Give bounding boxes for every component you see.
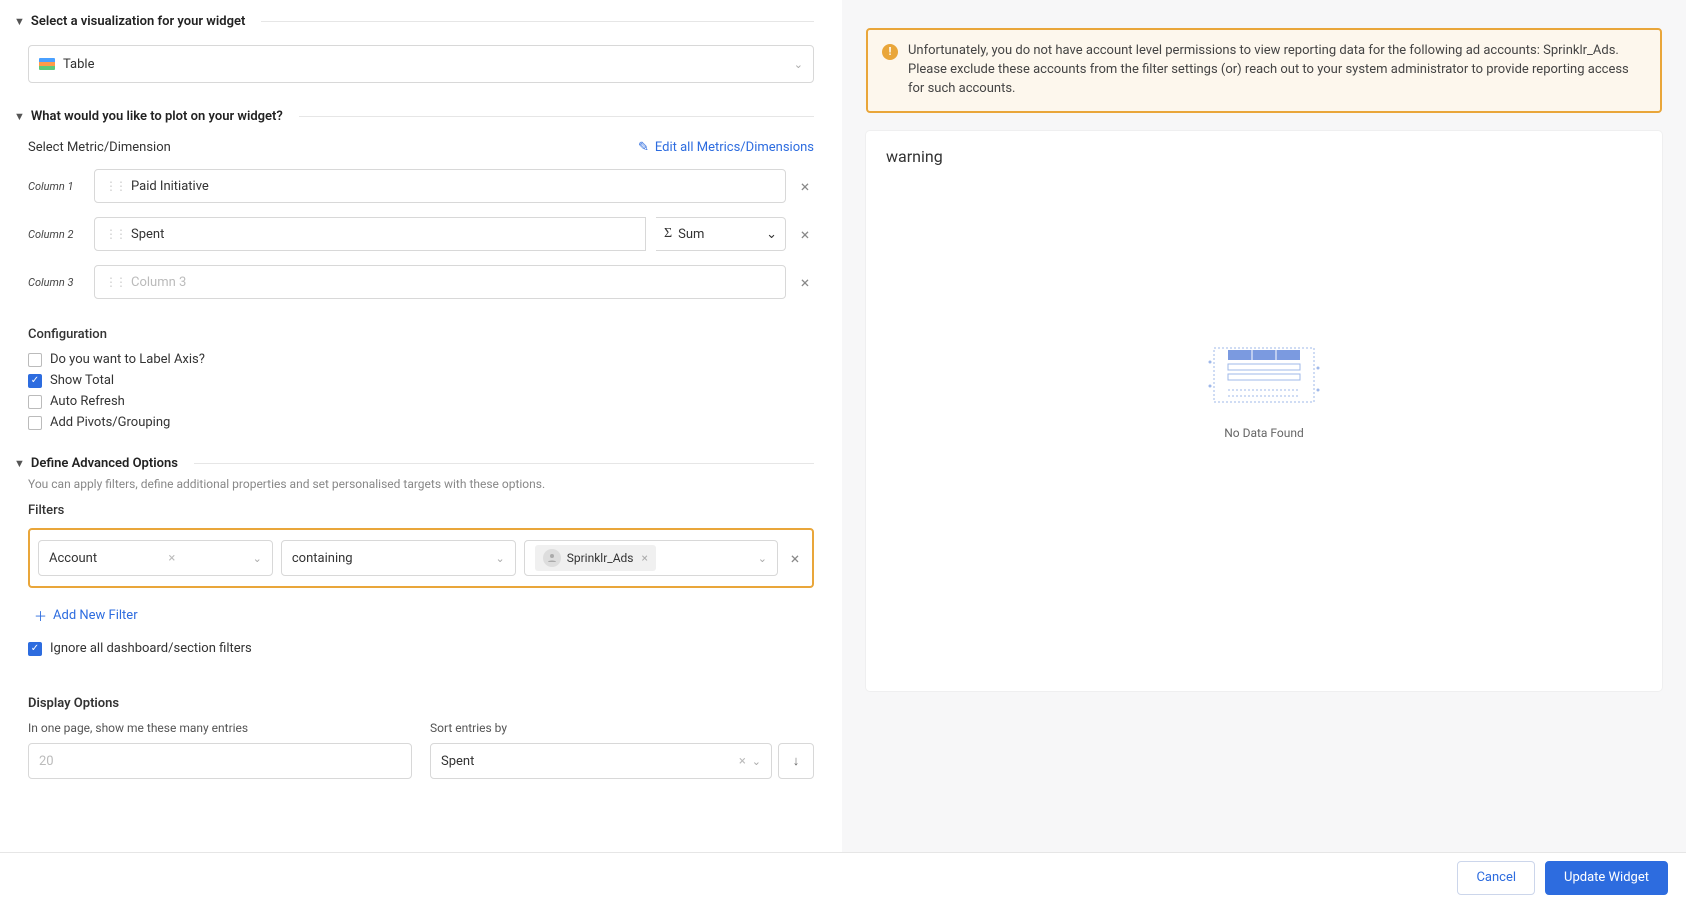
config-label-axis[interactable]: Do you want to Label Axis? [28, 352, 814, 367]
section-visualization-header[interactable]: ▼ Select a visualization for your widget [14, 10, 814, 33]
sort-label: Sort entries by [430, 721, 814, 735]
metric-dimension-label: Select Metric/Dimension [28, 140, 171, 155]
checkbox-checked-icon[interactable]: ✓ [28, 374, 42, 388]
column-2-select[interactable]: ⋮⋮ Spent [94, 217, 646, 251]
remove-filter-row[interactable]: × [786, 549, 804, 568]
caret-down-icon: ▼ [14, 457, 25, 470]
drag-handle-icon[interactable]: ⋮⋮ [105, 179, 125, 193]
column-row-3: Column 3 ⋮⋮ × [28, 265, 814, 299]
visualization-value: Table [63, 57, 94, 72]
caret-down-icon: ▼ [14, 15, 25, 28]
cancel-button[interactable]: Cancel [1457, 861, 1535, 895]
config-show-total[interactable]: ✓ Show Total [28, 373, 814, 388]
update-widget-button[interactable]: Update Widget [1545, 861, 1668, 895]
avatar-icon [543, 549, 561, 567]
checkbox-icon[interactable] [28, 416, 42, 430]
chevron-down-icon: ⌄ [253, 552, 262, 565]
pencil-icon: ✎ [638, 140, 649, 155]
section-advanced-header[interactable]: ▼ Define Advanced Options [14, 452, 814, 475]
column-3-input[interactable] [131, 275, 775, 290]
checkbox-icon[interactable] [28, 395, 42, 409]
edit-metrics-link[interactable]: ✎ Edit all Metrics/Dimensions [638, 140, 814, 155]
advanced-subtitle: You can apply filters, define additional… [28, 477, 814, 491]
filter-field-select[interactable]: Account × ⌄ [38, 540, 273, 576]
visualization-select[interactable]: Table ⌄ [28, 45, 814, 83]
chevron-down-icon: ⌄ [496, 552, 505, 565]
warning-icon: ! [882, 44, 898, 60]
column-label: Column 3 [28, 276, 84, 289]
sigma-icon: Σ [664, 226, 672, 242]
config-auto-refresh[interactable]: Auto Refresh [28, 394, 814, 409]
checkbox-icon[interactable] [28, 353, 42, 367]
section-advanced-title: Define Advanced Options [31, 456, 178, 471]
display-options-title: Display Options [28, 696, 814, 711]
table-icon [39, 58, 55, 70]
filter-row-highlighted: Account × ⌄ containing ⌄ Sprinklr_Ads × [28, 528, 814, 588]
entries-input-wrap [28, 743, 412, 779]
configuration-title: Configuration [28, 327, 814, 342]
column-1-select[interactable]: ⋮⋮ Paid Initiative [94, 169, 786, 203]
clear-icon[interactable]: × [168, 551, 175, 566]
clear-icon[interactable]: × [739, 754, 746, 769]
remove-column-1[interactable]: × [796, 177, 814, 196]
chevron-down-icon: ⌄ [766, 227, 777, 242]
remove-column-2[interactable]: × [796, 225, 814, 244]
footer: Cancel Update Widget [0, 852, 1686, 902]
section-plot-title: What would you like to plot on your widg… [31, 109, 283, 124]
caret-down-icon: ▼ [14, 110, 25, 123]
filter-chip: Sprinklr_Ads × [535, 545, 656, 571]
arrow-down-icon: ↓ [793, 753, 800, 769]
config-panel: ▼ Select a visualization for your widget… [0, 0, 842, 862]
warning-banner: ! Unfortunately, you do not have account… [866, 28, 1662, 113]
plus-icon: ＋ [34, 606, 47, 625]
preview-panel: ! Unfortunately, you do not have account… [842, 0, 1686, 862]
chevron-down-icon: ⌄ [794, 58, 803, 71]
warning-text: Unfortunately, you do not have account l… [908, 42, 1646, 99]
drag-handle-icon[interactable]: ⋮⋮ [105, 275, 125, 289]
filter-value-select[interactable]: Sprinklr_Ads × ⌄ [524, 540, 778, 576]
drag-handle-icon[interactable]: ⋮⋮ [105, 227, 125, 241]
preview-title: warning [886, 147, 1642, 166]
empty-table-icon [1204, 346, 1324, 408]
column-row-1: Column 1 ⋮⋮ Paid Initiative × [28, 169, 814, 203]
ignore-dashboard-filters[interactable]: ✓ Ignore all dashboard/section filters [28, 641, 814, 656]
column-3-select[interactable]: ⋮⋮ [94, 265, 786, 299]
sort-select[interactable]: Spent × ⌄ [430, 743, 772, 779]
column-row-2: Column 2 ⋮⋮ Spent Σ Sum ⌄ × [28, 217, 814, 251]
filter-operator-select[interactable]: containing ⌄ [281, 540, 516, 576]
preview-card: warning No Data Found [866, 131, 1662, 691]
sort-direction-button[interactable]: ↓ [778, 743, 814, 779]
section-plot-header[interactable]: ▼ What would you like to plot on your wi… [14, 105, 814, 128]
column-label: Column 2 [28, 228, 84, 241]
column-label: Column 1 [28, 180, 84, 193]
remove-column-3[interactable]: × [796, 273, 814, 292]
chevron-down-icon: ⌄ [758, 552, 767, 565]
empty-state: No Data Found [886, 346, 1642, 440]
section-visualization-title: Select a visualization for your widget [31, 14, 245, 29]
entries-input[interactable] [39, 754, 401, 769]
entries-label: In one page, show me these many entries [28, 721, 412, 735]
add-filter-button[interactable]: ＋ Add New Filter [34, 606, 814, 625]
column-2-aggregation[interactable]: Σ Sum ⌄ [656, 217, 786, 251]
chip-remove-icon[interactable]: × [642, 551, 648, 565]
empty-text: No Data Found [886, 426, 1642, 440]
config-pivots[interactable]: Add Pivots/Grouping [28, 415, 814, 430]
checkbox-checked-icon[interactable]: ✓ [28, 642, 42, 656]
filters-label: Filters [28, 503, 814, 518]
chevron-down-icon: ⌄ [752, 755, 761, 768]
